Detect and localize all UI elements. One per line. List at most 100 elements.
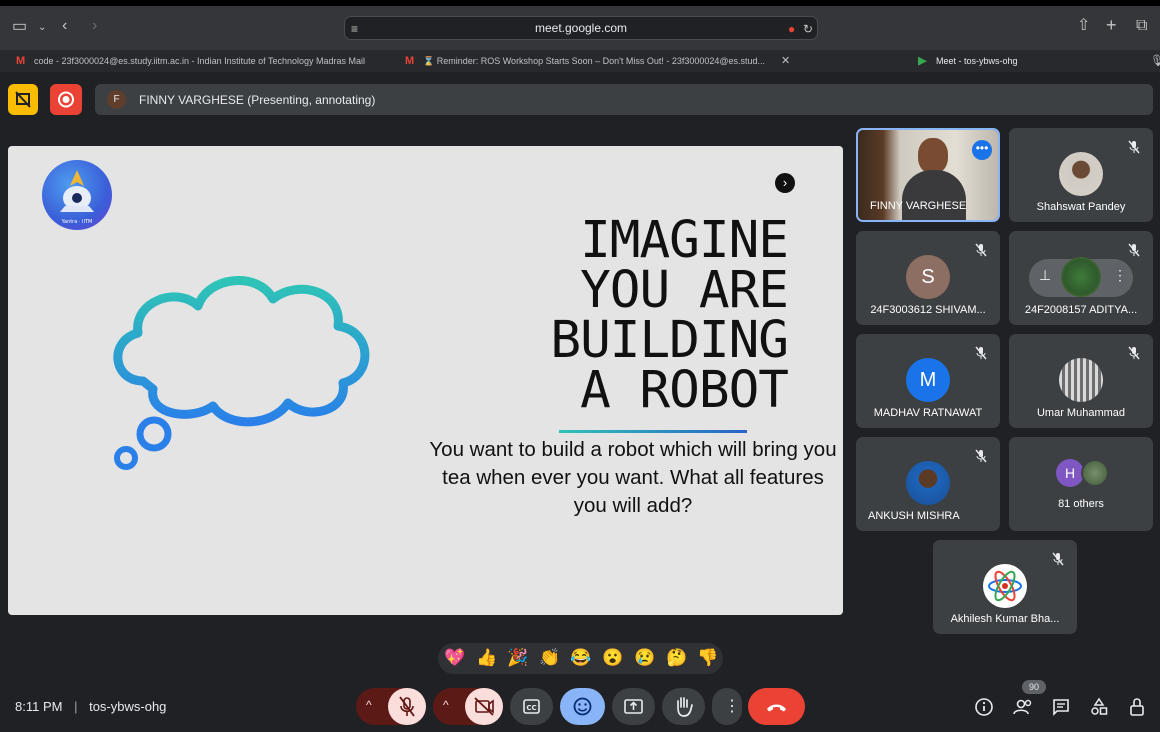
end-call-icon: [767, 704, 786, 712]
avatar: [1059, 152, 1103, 196]
people-icon[interactable]: [1012, 697, 1034, 717]
tab-gmail-code[interactable]: M code - 23f3000024@es.study.iitm.ac.in …: [16, 50, 386, 72]
mic-in-use-icon[interactable]: ●: [788, 21, 795, 37]
avatar: F: [107, 90, 126, 109]
more-options-icon[interactable]: •••: [972, 140, 992, 160]
participant-tile-ankush[interactable]: ANKUSH MISHRA: [856, 437, 1000, 531]
browser-toolbar: ▭ ⌄ ‹ › ≡ meet.google.com ● ↻ ⇧ + ⧉: [0, 0, 1160, 50]
close-tab-icon[interactable]: ✕: [781, 54, 790, 67]
meeting-code[interactable]: tos-ybws-ohg: [89, 699, 166, 714]
presentation-slide: Yantra · IITM › IMAGINE YOU ARE BUILDING…: [8, 146, 843, 615]
participant-name: ANKUSH MISHRA: [868, 510, 960, 522]
presenter-text: FINNY VARGHESE (Presenting, annotating): [139, 93, 376, 107]
people-count-badge: 90: [1022, 680, 1046, 694]
leave-call-button[interactable]: [748, 688, 805, 725]
chevron-down-icon[interactable]: ⌄: [38, 20, 46, 36]
mic-off-icon: [1128, 140, 1140, 154]
slide-next-icon[interactable]: ›: [775, 173, 795, 193]
activities-icon[interactable]: [1089, 697, 1109, 717]
meeting-details-icon[interactable]: [974, 697, 994, 717]
pin-icon[interactable]: ⊥: [1039, 267, 1051, 284]
tab-gmail-reminder[interactable]: M ⌛ Reminder: ROS Workshop Starts Soon –…: [405, 50, 773, 72]
participant-tile-akhilesh[interactable]: Akhilesh Kumar Bha...: [933, 540, 1077, 634]
participant-name: Umar Muhammad: [1036, 407, 1126, 419]
participant-name: Akhilesh Kumar Bha...: [950, 613, 1060, 625]
share-icon[interactable]: ⇧: [1077, 18, 1090, 34]
emoji-icon: [573, 697, 592, 716]
raise-hand-button[interactable]: [662, 688, 705, 725]
reload-icon[interactable]: ↻: [803, 21, 813, 37]
headline-underline: [559, 430, 747, 433]
host-controls-icon[interactable]: [1127, 696, 1147, 718]
participant-tile-finny[interactable]: ••• FINNY VARGHESE: [856, 128, 1000, 222]
reaction-thumbs-up[interactable]: 👍: [476, 648, 497, 668]
avatar: [983, 564, 1027, 608]
camera-toggle-button[interactable]: [465, 688, 503, 725]
present-off-icon: [15, 91, 31, 108]
camera-off-icon: [474, 697, 494, 716]
avatar: M: [906, 358, 950, 402]
atom-icon: [988, 570, 1022, 602]
svg-text:CC: CC: [526, 704, 536, 712]
reaction-heart[interactable]: 💖: [444, 648, 465, 668]
more-options-button[interactable]: ⋮: [712, 688, 742, 725]
chevron-up-icon[interactable]: ^: [443, 698, 449, 712]
present-button[interactable]: [612, 688, 655, 725]
back-icon[interactable]: ‹: [62, 18, 67, 34]
mic-off-icon: [1052, 552, 1064, 566]
participant-tile-shivam[interactable]: S 24F3003612 SHIVAM...: [856, 231, 1000, 325]
headline-line: BUILDING: [550, 311, 789, 370]
slide-body-text: You want to build a robot which will bri…: [429, 438, 837, 517]
record-icon: [58, 91, 74, 108]
avatar: [906, 461, 950, 505]
reaction-bar: 💖 👍 🎉 👏 😂 😮 😢 🤔 👎: [438, 643, 723, 674]
captions-button[interactable]: CC: [510, 688, 553, 725]
reaction-party[interactable]: 🎉: [507, 648, 528, 668]
tab-audio-icon[interactable]: 🎙: [1150, 54, 1160, 67]
mic-toggle-button[interactable]: [388, 688, 426, 725]
slide-headline: IMAGINE YOU ARE BUILDING A ROBOT: [488, 215, 789, 416]
reaction-thinking[interactable]: 🤔: [666, 648, 687, 668]
sidebar-toggle-icon[interactable]: ▭: [12, 19, 27, 35]
captions-icon: CC: [523, 699, 540, 714]
forward-icon[interactable]: ›: [92, 18, 97, 34]
participant-name: 24F2008157 ADITYA...: [1024, 304, 1138, 316]
participant-tile-madhav[interactable]: M MADHAV RATNAWAT: [856, 334, 1000, 428]
tab-meet[interactable]: ▶ Meet - tos-ybws-ohg: [918, 50, 1118, 72]
reaction-laugh[interactable]: 😂: [570, 648, 591, 668]
tab-overview-icon[interactable]: ⧉: [1136, 18, 1147, 34]
audio-control-group: ^: [356, 688, 426, 725]
more-vert-icon[interactable]: ⋮: [1113, 267, 1127, 284]
tab-label: ⌛ Reminder: ROS Workshop Starts Soon – D…: [423, 56, 766, 66]
chat-icon[interactable]: [1051, 697, 1071, 717]
reactions-button[interactable]: [560, 688, 605, 725]
more-vert-icon: ⋮: [724, 698, 740, 715]
participant-tile-shahswat[interactable]: Shahswat Pandey: [1009, 128, 1153, 222]
mic-off-icon: [975, 449, 987, 463]
reaction-surprised[interactable]: 😮: [602, 648, 623, 668]
address-bar[interactable]: ≡ meet.google.com ● ↻: [344, 16, 818, 40]
headline-line: YOU ARE: [580, 261, 789, 320]
video-body: [902, 170, 966, 220]
url-text: meet.google.com: [534, 21, 628, 35]
new-tab-icon[interactable]: +: [1106, 16, 1117, 34]
reaction-thumbs-down[interactable]: 👎: [697, 648, 718, 668]
hand-icon: [677, 697, 693, 717]
participant-tile-aditya[interactable]: ⊥ ⋮ 24F2008157 ADITYA...: [1009, 231, 1153, 325]
reaction-clap[interactable]: 👏: [539, 648, 560, 668]
meet-icon: ▶: [918, 55, 927, 67]
participant-tile-umar[interactable]: Umar Muhammad: [1009, 334, 1153, 428]
recording-button[interactable]: [50, 84, 82, 115]
video-control-group: ^: [433, 688, 503, 725]
reaction-sad[interactable]: 😢: [634, 648, 655, 668]
gmail-icon: M: [16, 55, 26, 67]
stop-presenting-button[interactable]: [8, 84, 38, 115]
presenter-banner[interactable]: F FINNY VARGHESE (Presenting, annotating…: [95, 84, 1153, 115]
chevron-up-icon[interactable]: ^: [366, 698, 372, 712]
club-logo: Yantra · IITM: [42, 160, 112, 230]
window-top-edge: [0, 0, 1160, 6]
participant-tile-others[interactable]: H 81 others: [1009, 437, 1153, 531]
logo-text: Yantra · IITM: [61, 219, 93, 225]
tab-strip: M code - 23f3000024@es.study.iitm.ac.in …: [0, 50, 1160, 72]
video-face: [918, 138, 948, 174]
